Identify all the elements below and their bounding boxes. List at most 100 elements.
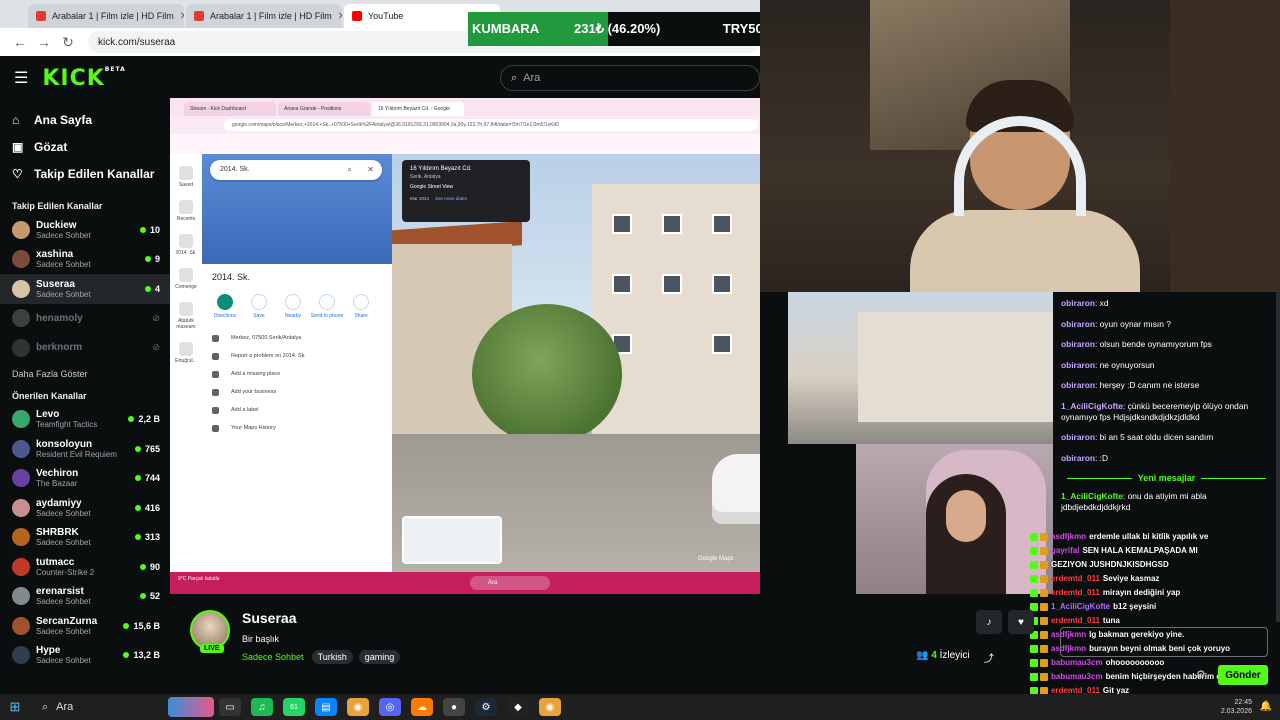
channel-row[interactable]: Vechiron The Bazaar 744 <box>0 464 170 494</box>
channel-text: erenarsist Sadece Sohbet <box>36 586 140 606</box>
forward-arrow-icon[interactable]: → <box>32 34 56 50</box>
channel-row[interactable]: SercanZurna Sadece Sohbet 15,6 B <box>0 611 170 641</box>
reload-icon[interactable]: ↻ <box>56 34 80 51</box>
channel-row[interactable]: tutmacc Counter-Strike 2 90 <box>0 552 170 582</box>
channel-avatar <box>12 220 30 239</box>
close-icon[interactable]: ✕ <box>174 11 184 22</box>
screen: Arabalar 1 | Film izle | HD Film ✕ Arabal… <box>0 0 1280 720</box>
business-icon <box>212 388 219 396</box>
show-more-link[interactable]: Daha Fazla Göster <box>0 363 170 385</box>
browser-tab[interactable]: Arabalar 1 | Film izle | HD Film ✕ <box>28 4 184 28</box>
chat-input[interactable] <box>1060 627 1268 657</box>
viewer-count: 744 <box>134 473 160 483</box>
nav-browse[interactable]: ▣ Gözat <box>12 133 170 160</box>
overlay-chat-line: erdemtd_011 mirayın dediğini yap <box>1030 586 1270 600</box>
maps-actions: Directions Save Nearby Send to phone Sha… <box>202 290 392 323</box>
channel-row[interactable]: berknorm ⊘ <box>0 333 170 363</box>
maps-rail: Saved Recents 2014. Sk. Comenge Atatürk … <box>170 154 202 572</box>
chat-username[interactable]: obiraron <box>1061 453 1095 463</box>
search-input[interactable]: ⌕ Ara <box>500 65 760 91</box>
chat-username[interactable]: obiraron <box>1061 298 1095 308</box>
chat-message: obiraron: xd <box>1061 298 1272 309</box>
chat-username[interactable]: obiraron <box>1061 339 1095 349</box>
cloud-icon[interactable]: ☁ <box>411 698 433 716</box>
spotify-icon[interactable]: ♫ <box>251 698 273 716</box>
notification-icon[interactable]: 🔔 <box>1260 701 1272 712</box>
channel-row[interactable]: Suseraa Sadece Sohbet 4 <box>0 274 170 304</box>
red-favicon-icon <box>194 11 204 21</box>
channel-row[interactable]: erenarsist Sadece Sohbet 52 <box>0 582 170 612</box>
viewer-number: 10 <box>149 224 160 235</box>
chat-text: :D <box>1099 452 1108 463</box>
send-button[interactable]: Gönder <box>1218 665 1268 685</box>
channel-name: henamoly <box>36 312 83 324</box>
channel-name: konsoloyun <box>36 438 93 450</box>
whatsapp-icon[interactable]: 61 <box>283 698 305 716</box>
channel-row[interactable]: henamoly ⊘ <box>0 304 170 334</box>
streamer-name[interactable]: Suseraa <box>242 610 296 626</box>
overlay-chat: asdfjkmn erdemle ullak bi kitlik yapılık … <box>1030 530 1270 720</box>
tag-chip[interactable]: gaming <box>358 650 401 664</box>
viewer-number: 4 <box>154 283 160 294</box>
directions-icon <box>217 294 233 310</box>
task-view-icon[interactable]: ▭ <box>219 698 241 716</box>
close-icon[interactable]: ✕ <box>332 11 342 22</box>
notification-bell-button[interactable]: ♪ <box>976 610 1002 634</box>
follow-heart-button[interactable]: ♥ <box>1008 610 1034 634</box>
obs-icon[interactable]: ● <box>443 698 465 716</box>
overlay-chat-line: asdfjkmn erdemle ullak bi kitlik yapılık … <box>1030 530 1270 544</box>
channel-row[interactable]: konsoloyun Resident Evil Requiem 765 <box>0 434 170 464</box>
nav-following[interactable]: ♡ Takip Edilen Kanallar <box>12 160 170 187</box>
system-clock[interactable]: 22:45 2.03.2026 <box>1221 698 1252 716</box>
channel-row[interactable]: SHRBRK Sadece Sohbet 313 <box>0 523 170 553</box>
menu-icon[interactable]: ☰ <box>14 68 28 88</box>
channel-avatar <box>12 616 30 635</box>
chat-username[interactable]: obiraron <box>1061 360 1095 370</box>
edit-icon <box>212 352 219 360</box>
gear-icon[interactable]: ⚙ <box>1196 668 1206 681</box>
chat-scrollbar[interactable] <box>1276 292 1280 622</box>
windows-taskbar: ⊞ ⌕ Ara ▭ ♫ 61 ▤ ◉ ◎ ☁ ● ⚙ ◆ ◉ 22:45 2.03… <box>0 694 1280 720</box>
chrome-icon[interactable]: ◉ <box>347 698 369 716</box>
channel-row[interactable]: Hype Sadece Sohbet 13,2 B <box>0 641 170 671</box>
channel-row[interactable]: Duckiew Sadece Sohbet 10 <box>0 215 170 245</box>
steam-icon[interactable]: ⚙ <box>475 698 497 716</box>
directions-action: Directions <box>208 294 242 319</box>
channel-category: Resident Evil Requiem <box>36 449 117 459</box>
discord-icon[interactable]: ◎ <box>379 698 401 716</box>
files-icon[interactable]: ▤ <box>315 698 337 716</box>
chat-username[interactable]: obiraron <box>1061 380 1095 390</box>
label-icon <box>212 406 219 414</box>
taskbar-search[interactable]: ⌕ Ara <box>34 696 164 718</box>
channel-text: konsoloyun Resident Evil Requiem <box>36 439 135 459</box>
category-link[interactable]: Sadece Sohbet <box>242 652 304 662</box>
channel-avatar <box>12 279 30 298</box>
viewer-number: 9 <box>154 254 160 265</box>
widgets-thumbnail[interactable] <box>168 697 214 717</box>
viewer-count: 13,2 B <box>123 650 160 660</box>
viewer-number: 2,2 B <box>138 414 160 425</box>
browser-tab[interactable]: Arabalar 1 | Film izle | HD Film ✕ <box>186 4 342 28</box>
channel-avatar <box>12 587 30 606</box>
chat-username[interactable]: obiraron <box>1061 432 1095 442</box>
chrome-icon[interactable]: ◉ <box>539 698 561 716</box>
app-icon[interactable]: ◆ <box>507 698 529 716</box>
share-icon[interactable]: ⤴ <box>984 650 994 665</box>
tag-chip[interactable]: Turkish <box>311 650 353 664</box>
channel-row[interactable]: Levo Teamfight Tactics 2,2 B <box>0 405 170 435</box>
maps-list-item: Report a problem on 2014. Sk. <box>212 347 382 365</box>
taskbar-search: Ara <box>470 576 550 590</box>
kick-logo[interactable]: KICKBETA <box>42 66 125 91</box>
channel-row[interactable]: xashina Sadece Sohbet 9 <box>0 245 170 275</box>
chat-username[interactable]: obiraron <box>1061 319 1095 329</box>
channel-category: Sadece Sohbet <box>36 597 91 607</box>
chat-username[interactable]: 1_AciliCigKofte <box>1061 401 1123 411</box>
back-arrow-icon[interactable]: ← <box>8 34 32 50</box>
windows-start-icon[interactable]: ⊞ <box>0 699 30 715</box>
chat-username[interactable]: 1_AciliCigKofte <box>1061 491 1123 501</box>
nav-home[interactable]: ⌂ Ana Sayfa <box>12 106 170 133</box>
stream-video[interactable]: Stream - Kick Dashboard Ariana Grande - … <box>170 98 760 594</box>
viewer-count: 313 <box>134 532 160 542</box>
kick-badge-icon <box>1030 645 1038 653</box>
channel-row[interactable]: aydamiyy Sadece Sohbet 416 <box>0 493 170 523</box>
